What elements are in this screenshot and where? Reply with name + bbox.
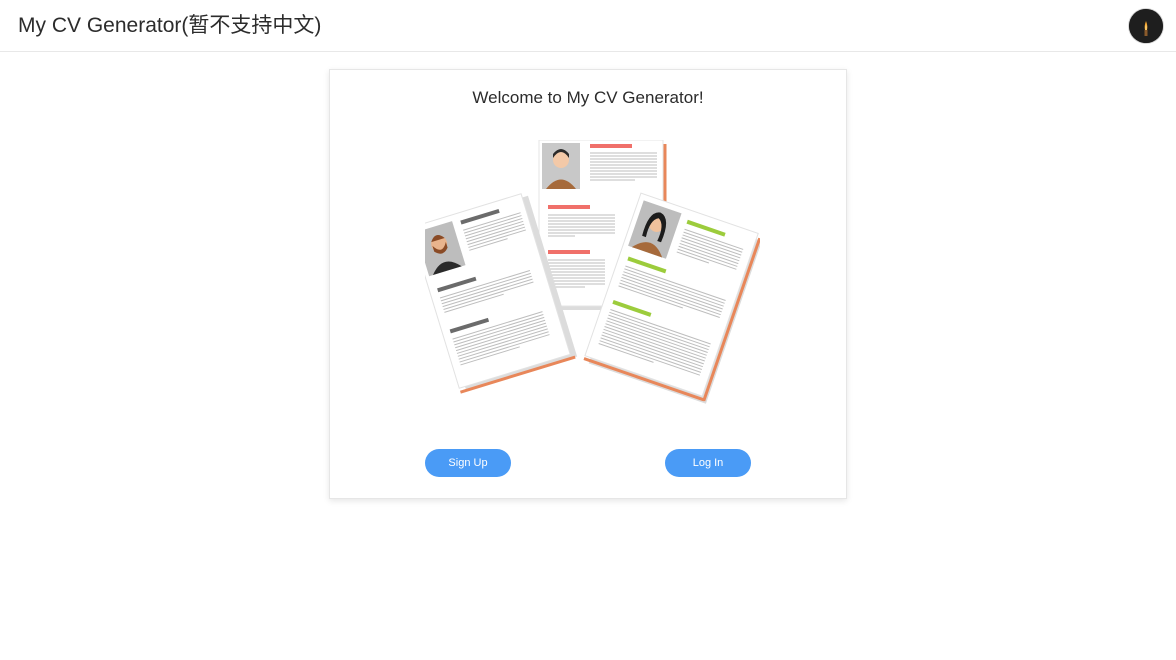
welcome-card: Welcome to My CV Generator! Sign Up Log … [329, 69, 847, 499]
user-avatar-icon[interactable] [1129, 9, 1163, 43]
log-in-button[interactable]: Log In [665, 449, 751, 477]
top-bar: My CV Generator(暂不支持中文) [0, 0, 1176, 52]
resume-documents-illustration [409, 139, 762, 405]
sign-up-button[interactable]: Sign Up [425, 449, 511, 477]
app-title: My CV Generator(暂不支持中文) [18, 14, 322, 37]
welcome-heading: Welcome to My CV Generator! [472, 88, 704, 107]
